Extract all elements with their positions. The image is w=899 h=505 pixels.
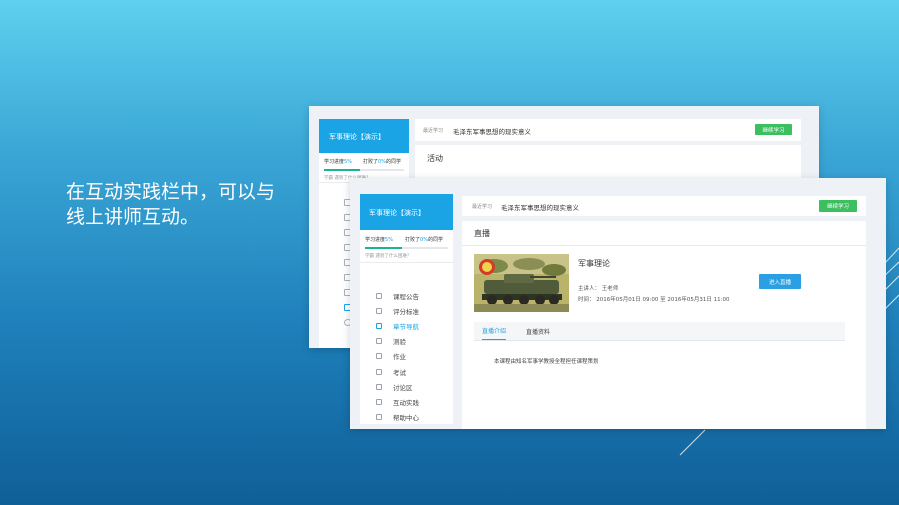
- live-tabs: 直播介绍 直播资料: [474, 322, 845, 341]
- sidebar-item-9[interactable]: 帮助中心: [360, 410, 419, 425]
- live-thumbnail[interactable]: [474, 254, 569, 312]
- back-recent-label: 最近学习: [423, 128, 444, 134]
- front-progress-box: 学习进度5% 打败了0%的同学 学霸 遇到了什么困难？: [360, 230, 453, 263]
- sidebar-item-label: 帮助中心: [393, 414, 419, 423]
- discussion-icon: [376, 383, 382, 390]
- front-recent-label: 最近学习: [472, 204, 493, 210]
- live-host: 主讲人： 王老师: [578, 286, 619, 292]
- sidebar-item-label: 章节导航: [393, 322, 419, 331]
- chapter-icon: [376, 322, 382, 329]
- back-progress-label: 学习进度5%: [324, 159, 352, 165]
- sidebar-item-label: 讨论区: [393, 383, 413, 392]
- sidebar-item-7[interactable]: 讨论区: [360, 379, 413, 394]
- sidebar-item-4[interactable]: 测验: [360, 334, 406, 349]
- back-progress-bar: [324, 169, 404, 171]
- back-course-header[interactable]: 军事理论【演示】: [319, 119, 409, 153]
- back-continue-button[interactable]: 继续学习: [755, 124, 792, 135]
- front-progress-fill: [365, 247, 403, 249]
- sidebar-item-3[interactable]: 章节导航: [360, 318, 419, 333]
- tab-1[interactable]: 直播介绍: [482, 322, 507, 340]
- front-course-header[interactable]: 军事理论【演示】: [360, 194, 453, 230]
- sidebar-item-label: 互动实践: [393, 398, 419, 407]
- headset-icon: [376, 307, 382, 314]
- front-course-title: 军事理论【演示】: [369, 209, 425, 217]
- sidebar-item-label: 课程公告: [393, 292, 419, 301]
- back-section-title: 活动: [427, 154, 443, 163]
- armored-vehicle-image: [474, 254, 569, 312]
- front-ask-link[interactable]: 学霸 遇到了什么困难？: [365, 253, 411, 259]
- front-section-title: 直播: [474, 229, 490, 238]
- back-topbar: 最近学习 毛泽东军事思想的现实意义 继续学习: [415, 119, 801, 141]
- live-time: 时间： 2016年05月01日 09:00 至 2016年05月31日 11:0…: [578, 297, 730, 303]
- enter-live-button[interactable]: 进入直播: [759, 274, 801, 289]
- bell-icon: [376, 292, 382, 299]
- back-recent-topic[interactable]: 毛泽东军事思想的现实意义: [453, 126, 531, 136]
- sidebar-item-label: 作业: [393, 353, 406, 362]
- front-continue-button[interactable]: 继续学习: [819, 200, 857, 212]
- sidebar-item-label: 评分标准: [393, 307, 419, 316]
- exam-icon: [376, 368, 382, 375]
- front-section-divider: [462, 245, 866, 246]
- front-topbar: 最近学习 毛泽东军事思想的现实意义 继续学习: [462, 196, 866, 216]
- live-intro-text: 本课程由知名军事学教授全程担任课程策划: [494, 359, 599, 365]
- live-course-name: 军事理论: [578, 259, 610, 268]
- video-icon: [376, 398, 382, 405]
- tab-2[interactable]: 直播资料: [526, 322, 550, 340]
- sidebar-item-6[interactable]: 考试: [360, 364, 406, 379]
- front-window: 军事理论【演示】 学习进度5% 打败了0%的同学 学霸 遇到了什么困难？ 课程公…: [350, 178, 886, 429]
- back-beat-label: 打败了0%的同学: [363, 159, 401, 165]
- front-progress-bar: [365, 247, 448, 249]
- sidebar-item-label: 测验: [393, 338, 406, 347]
- quiz-icon: [376, 338, 382, 345]
- front-beat-label: 打败了0%的同学: [405, 237, 443, 243]
- back-main-panel: 活动: [415, 145, 801, 181]
- front-sidebar: 军事理论【演示】 学习进度5% 打败了0%的同学 学霸 遇到了什么困难？ 课程公…: [360, 194, 453, 424]
- sidebar-item-8[interactable]: 互动实践: [360, 394, 419, 409]
- slide-headline: 在互动实践栏中，可以与线上讲师互动。: [66, 181, 276, 228]
- back-course-title: 军事理论【演示】: [329, 133, 385, 141]
- sidebar-item-2[interactable]: 评分标准: [360, 303, 419, 318]
- sidebar-item-label: 考试: [393, 368, 406, 377]
- front-main-panel: 直播 军事理论 主讲人： 王老师 时间： 2016年05月01日 09:00 至…: [462, 221, 866, 429]
- pencil-icon: [376, 353, 382, 360]
- help-icon: [376, 414, 382, 421]
- front-progress-label: 学习进度5%: [365, 237, 393, 243]
- sidebar-item-1[interactable]: 课程公告: [360, 288, 419, 303]
- sidebar-item-5[interactable]: 作业: [360, 349, 406, 364]
- back-progress-fill: [324, 169, 360, 171]
- front-recent-topic[interactable]: 毛泽东军事思想的现实意义: [501, 202, 579, 212]
